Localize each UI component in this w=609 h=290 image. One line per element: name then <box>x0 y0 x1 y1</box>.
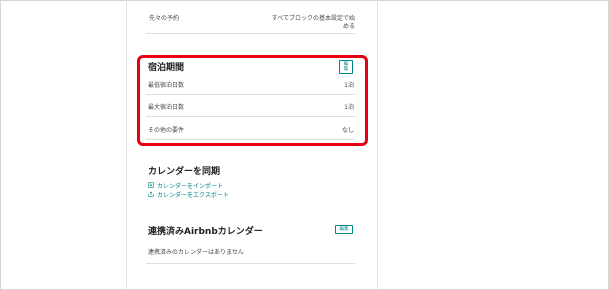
content-left-border <box>126 0 127 290</box>
calendar-sync-title: カレンダーを同期 <box>148 167 221 177</box>
airbnb-calendars-empty-text: 連携済みのカレンダーはありません <box>148 249 244 256</box>
highlight-box <box>137 55 368 146</box>
divider <box>146 263 355 264</box>
import-icon <box>148 181 154 190</box>
airbnb-calendars-title: 連携済みAirbnbカレンダー <box>148 227 263 237</box>
import-calendar-label: カレンダーをインポート <box>157 183 224 190</box>
export-icon <box>148 190 154 199</box>
import-calendar-link[interactable]: カレンダーをインポート <box>148 181 223 190</box>
export-calendar-label: カレンダーをエクスポート <box>157 192 229 199</box>
airbnb-calendars-edit-button[interactable]: 編集 <box>335 225 353 234</box>
export-calendar-link[interactable]: カレンダーをエクスポート <box>148 190 229 199</box>
divider <box>146 33 355 34</box>
content-right-border <box>377 0 378 290</box>
prior-notice-value-line2: める <box>342 23 355 30</box>
prior-notice-label: 先々の予約 <box>149 15 180 22</box>
